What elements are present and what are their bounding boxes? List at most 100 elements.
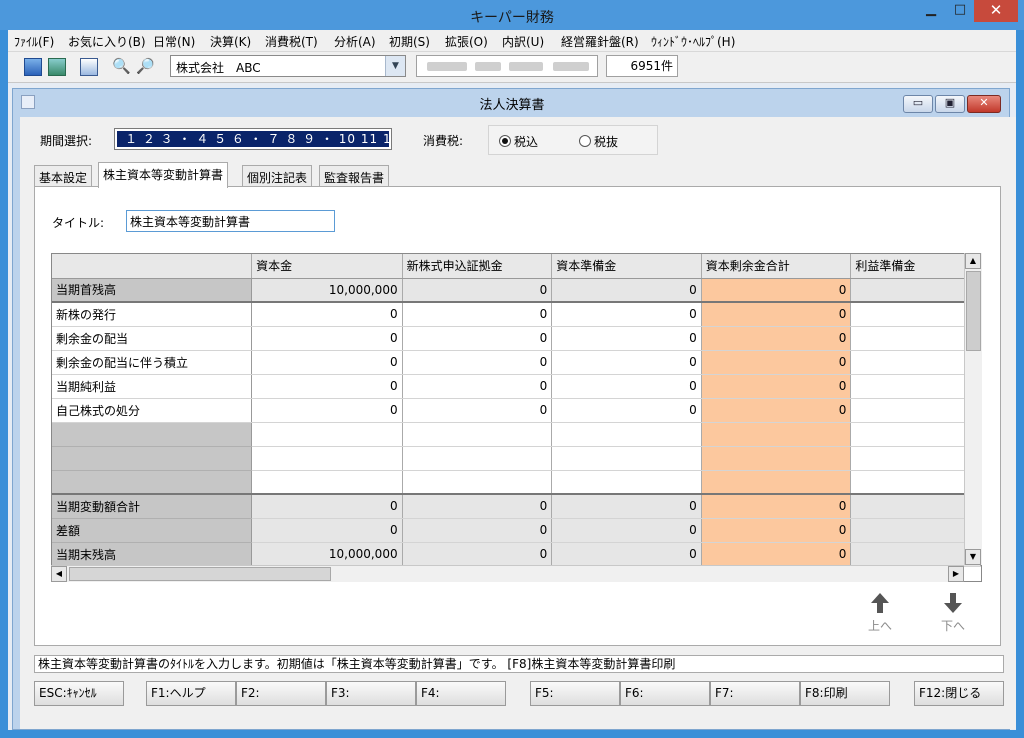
grid-cell: 0 bbox=[551, 542, 702, 567]
menu-favorites[interactable]: お気に入り(B) bbox=[68, 33, 146, 50]
vertical-scrollbar[interactable]: ▲ ▼ bbox=[964, 253, 982, 565]
menu-compass[interactable]: 経営羅針盤(R) bbox=[561, 33, 639, 50]
arrow-up-icon bbox=[871, 593, 889, 613]
menu-settlement[interactable]: 決算(K) bbox=[210, 33, 251, 50]
grid-cell[interactable] bbox=[551, 470, 702, 495]
radio-tax-excluded-label[interactable]: 税抜 bbox=[594, 133, 618, 150]
grid-row bbox=[52, 446, 981, 471]
menu-extend[interactable]: 拡張(O) bbox=[445, 33, 488, 50]
grid-cell[interactable]: 0 bbox=[402, 398, 553, 423]
f12-close-button[interactable]: F12:閉じる bbox=[914, 681, 1004, 706]
tab-notes[interactable]: 個別注記表 bbox=[242, 165, 313, 187]
grid-cell[interactable]: 0 bbox=[251, 398, 403, 423]
grid-cell[interactable]: 0 bbox=[251, 302, 403, 327]
header-corner bbox=[52, 254, 253, 279]
grid-cell[interactable]: 0 bbox=[551, 302, 702, 327]
child-close-button[interactable]: ✕ bbox=[967, 95, 1001, 113]
f6-button[interactable]: F6: bbox=[620, 681, 710, 706]
record-count: 6951件 bbox=[606, 55, 678, 77]
menu-consumption-tax[interactable]: 消費税(T) bbox=[265, 33, 318, 50]
grid-cell[interactable]: 0 bbox=[551, 398, 702, 423]
grid-cell[interactable] bbox=[402, 446, 553, 471]
menu-file[interactable]: ﾌｧｲﾙ(F) bbox=[14, 33, 54, 50]
grid-cell[interactable] bbox=[850, 302, 981, 327]
grid-cell bbox=[701, 446, 852, 471]
scroll-down-icon[interactable]: ▼ bbox=[965, 549, 981, 565]
grid-cell[interactable] bbox=[402, 470, 553, 495]
zoom-out-icon[interactable]: 🔎 bbox=[136, 58, 155, 76]
grid-cell[interactable] bbox=[850, 326, 981, 351]
header-row: 資本金 新株式申込証拠金 資本準備金 資本剰余金合計 利益準備金 bbox=[52, 254, 981, 279]
horizontal-scroll-thumb[interactable] bbox=[69, 567, 331, 581]
grid-cell[interactable]: 0 bbox=[251, 374, 403, 399]
down-button[interactable]: 下へ bbox=[935, 592, 971, 634]
grid-cell: 0 bbox=[701, 398, 852, 423]
window-icon[interactable] bbox=[80, 58, 98, 76]
f7-button[interactable]: F7: bbox=[710, 681, 800, 706]
grid-cell[interactable] bbox=[551, 446, 702, 471]
grid-cell[interactable]: 0 bbox=[402, 350, 553, 375]
company-select[interactable]: 株式会社 ABC ▼ bbox=[170, 55, 406, 77]
radio-tax-excluded[interactable] bbox=[579, 135, 591, 147]
grid-cell[interactable]: 0 bbox=[402, 374, 553, 399]
scroll-left-icon[interactable]: ◀ bbox=[51, 566, 67, 582]
grid-cell[interactable]: 0 bbox=[402, 326, 553, 351]
grid-cell[interactable] bbox=[402, 422, 553, 447]
menu-initial[interactable]: 初期(S) bbox=[389, 33, 430, 50]
grid-cell[interactable] bbox=[850, 422, 981, 447]
f3-button[interactable]: F3: bbox=[326, 681, 416, 706]
grid-cell[interactable] bbox=[850, 374, 981, 399]
grid-cell[interactable]: 0 bbox=[551, 374, 702, 399]
menu-breakdown[interactable]: 内訳(U) bbox=[502, 33, 544, 50]
f2-button[interactable]: F2: bbox=[236, 681, 326, 706]
grid-row: 剰余金の配当 0 0 0 0 bbox=[52, 326, 981, 351]
radio-tax-included[interactable] bbox=[499, 135, 511, 147]
grid-cell: 0 bbox=[701, 302, 852, 327]
f1-help-button[interactable]: F1:ヘルプ bbox=[146, 681, 236, 706]
grid-cell[interactable] bbox=[850, 470, 981, 495]
title-input[interactable]: 株主資本等変動計算書 bbox=[126, 210, 335, 232]
grid-cell[interactable] bbox=[551, 422, 702, 447]
monitor-icon[interactable] bbox=[24, 58, 42, 76]
zoom-in-icon[interactable]: 🔍 bbox=[112, 58, 131, 76]
grid-cell bbox=[850, 518, 981, 543]
f4-button[interactable]: F4: bbox=[416, 681, 506, 706]
menu-window-help[interactable]: ｳｨﾝﾄﾞｳ･ﾍﾙﾌﾟ(H) bbox=[651, 33, 735, 50]
menu-daily[interactable]: 日常(N) bbox=[153, 33, 195, 50]
grid-cell[interactable] bbox=[251, 446, 403, 471]
minimize-button[interactable]: ▁ bbox=[915, 0, 947, 22]
grid-cell[interactable]: 0 bbox=[251, 350, 403, 375]
vertical-scroll-thumb[interactable] bbox=[966, 271, 981, 351]
grid-cell[interactable] bbox=[850, 446, 981, 471]
chevron-down-icon[interactable]: ▼ bbox=[385, 56, 405, 76]
f5-button[interactable]: F5: bbox=[530, 681, 620, 706]
grid-cell: 10,000,000 bbox=[251, 278, 403, 303]
tab-audit-report[interactable]: 監査報告書 bbox=[319, 165, 390, 187]
child-maximize-button[interactable]: ▣ bbox=[935, 95, 965, 113]
f8-print-button[interactable]: F8:印刷 bbox=[800, 681, 890, 706]
grid-cell[interactable]: 0 bbox=[402, 302, 553, 327]
grid-cell[interactable] bbox=[251, 422, 403, 447]
add-icon[interactable] bbox=[48, 58, 66, 76]
maximize-button[interactable]: □ bbox=[945, 0, 975, 22]
horizontal-scrollbar[interactable]: ◀ ▶ bbox=[51, 565, 964, 582]
grid-row: 当期首残高 10,000,000 0 0 0 bbox=[52, 278, 981, 303]
up-button[interactable]: 上へ bbox=[862, 592, 898, 634]
period-selector[interactable]: １ ２ ３ ・ ４ ５ ６ ・ ７ ８ ９ ・ 10 11 12 決 bbox=[114, 128, 392, 150]
grid-cell[interactable] bbox=[251, 470, 403, 495]
tab-equity-statement[interactable]: 株主資本等変動計算書 bbox=[98, 162, 229, 188]
esc-cancel-button[interactable]: ESC:ｷｬﾝｾﾙ bbox=[34, 681, 124, 706]
grid-cell: 0 bbox=[701, 374, 852, 399]
grid-cell[interactable]: 0 bbox=[251, 326, 403, 351]
child-minimize-button[interactable]: ▭ bbox=[903, 95, 933, 113]
menu-analysis[interactable]: 分析(A) bbox=[334, 33, 376, 50]
grid-cell[interactable] bbox=[850, 350, 981, 375]
tab-basic-settings[interactable]: 基本設定 bbox=[34, 165, 93, 187]
scroll-up-icon[interactable]: ▲ bbox=[965, 253, 981, 269]
grid-cell[interactable]: 0 bbox=[551, 326, 702, 351]
close-button[interactable]: ✕ bbox=[974, 0, 1018, 22]
scroll-right-icon[interactable]: ▶ bbox=[948, 566, 964, 582]
grid-cell[interactable]: 0 bbox=[551, 350, 702, 375]
radio-tax-included-label[interactable]: 税込 bbox=[514, 133, 538, 150]
grid-cell[interactable] bbox=[850, 398, 981, 423]
